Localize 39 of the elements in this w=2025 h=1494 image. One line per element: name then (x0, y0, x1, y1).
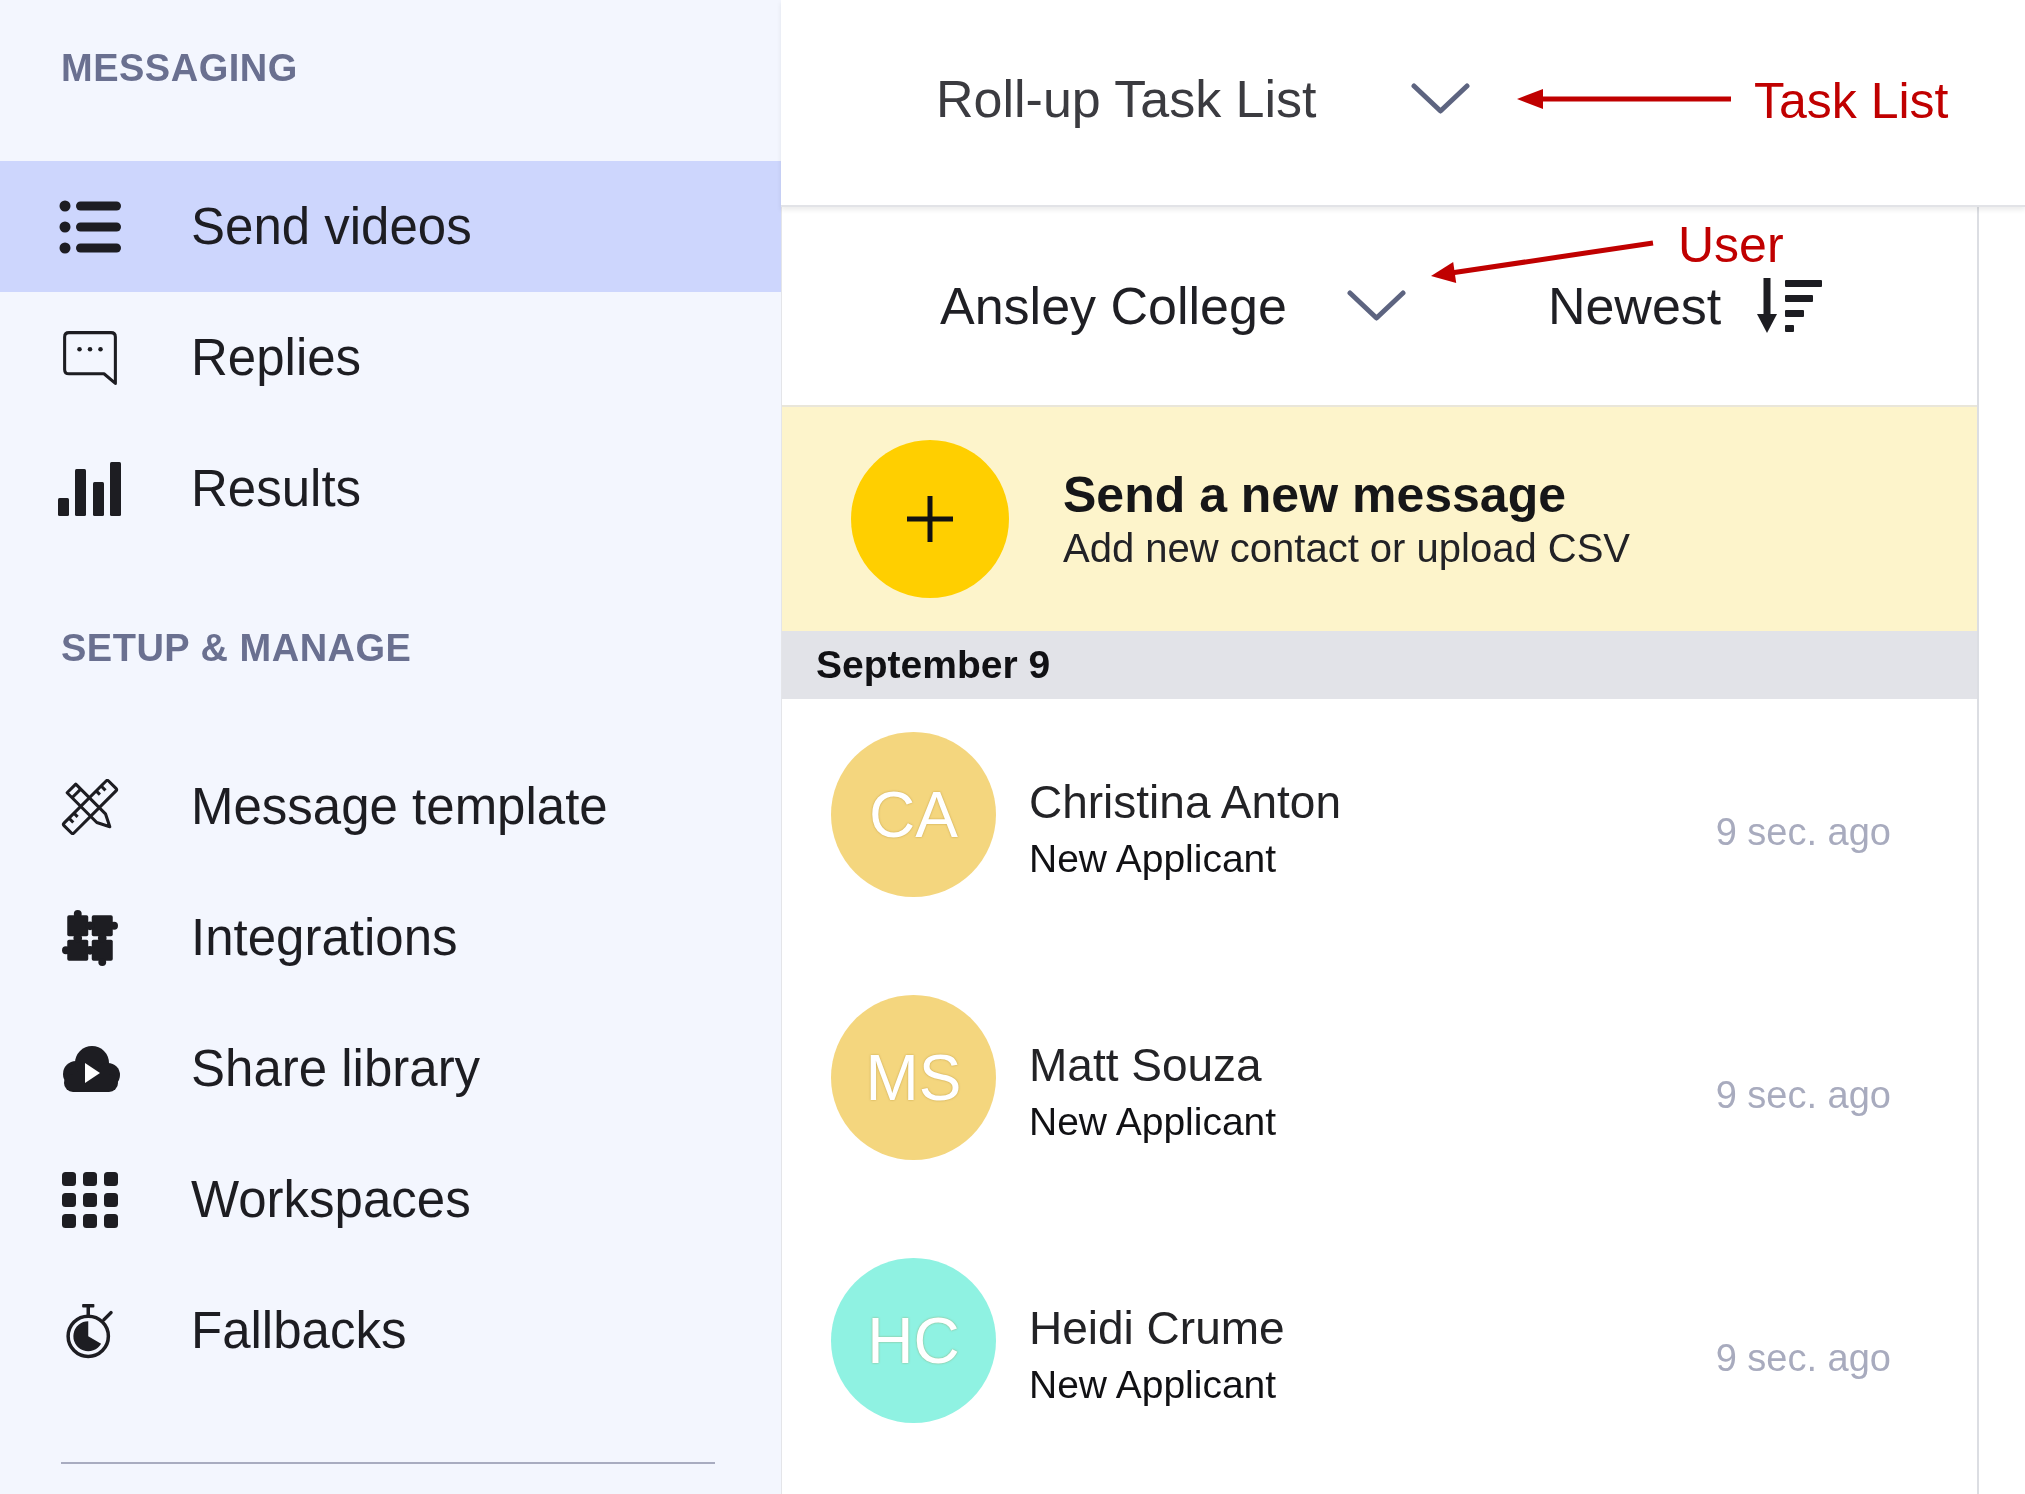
list-icon (58, 198, 122, 255)
avatar: HC (831, 1258, 996, 1423)
new-message-banner[interactable]: Send a new message Add new contact or upload CSV (782, 407, 1977, 631)
date-header: September 9 (782, 631, 1977, 699)
section-heading: MESSAGING (61, 46, 298, 91)
annotation-label: Task List (1754, 73, 1949, 129)
sort-button[interactable]: Newest (1547, 276, 1823, 336)
sidebar-item[interactable]: Send videos (0, 161, 781, 292)
contact-name: Christina Anton (1029, 775, 1341, 829)
sidebar-item[interactable]: Share library (0, 1003, 781, 1134)
banner-title: Send a new message (1063, 466, 1567, 524)
chevron-down-icon (1346, 290, 1406, 322)
banner-subtitle: Add new contact or upload CSV (1063, 525, 1630, 572)
timestamp: 9 sec. ago (1715, 1336, 1891, 1381)
section-heading: SETUP & MANAGE (61, 626, 412, 671)
sidebar-item[interactable]: Message template (0, 741, 781, 872)
chevron-down-icon (1410, 82, 1470, 115)
sidebar-item[interactable]: Integrations (0, 872, 781, 1003)
arrow-icon (1517, 88, 1731, 110)
annotation-label: User (1678, 217, 1784, 273)
bar-chart-icon (58, 460, 122, 517)
avatar: CA (831, 732, 996, 897)
arrow-icon (1431, 239, 1653, 285)
timestamp: 9 sec. ago (1715, 810, 1891, 855)
sidebar-item[interactable]: Results (0, 423, 781, 554)
contact-name: Matt Souza (1029, 1038, 1263, 1092)
sidebar-item[interactable]: Workspaces (0, 1134, 781, 1265)
plus-icon (851, 440, 1009, 598)
contact-name: Heidi Crume (1029, 1301, 1285, 1355)
contact-status: New Applicant (1029, 1362, 1278, 1408)
sort-icon (1757, 278, 1823, 334)
contact-status: New Applicant (1029, 836, 1278, 882)
avatar: MS (831, 995, 996, 1160)
dropdown[interactable]: Roll-up Task List (936, 68, 1470, 129)
sidebar-item[interactable]: Replies (0, 292, 781, 423)
sidebar-item[interactable]: Fallbacks (0, 1265, 781, 1396)
contact-status: New Applicant (1029, 1099, 1277, 1145)
timestamp: 9 sec. ago (1715, 1073, 1891, 1118)
dropdown[interactable]: Ansley College (940, 276, 1406, 336)
